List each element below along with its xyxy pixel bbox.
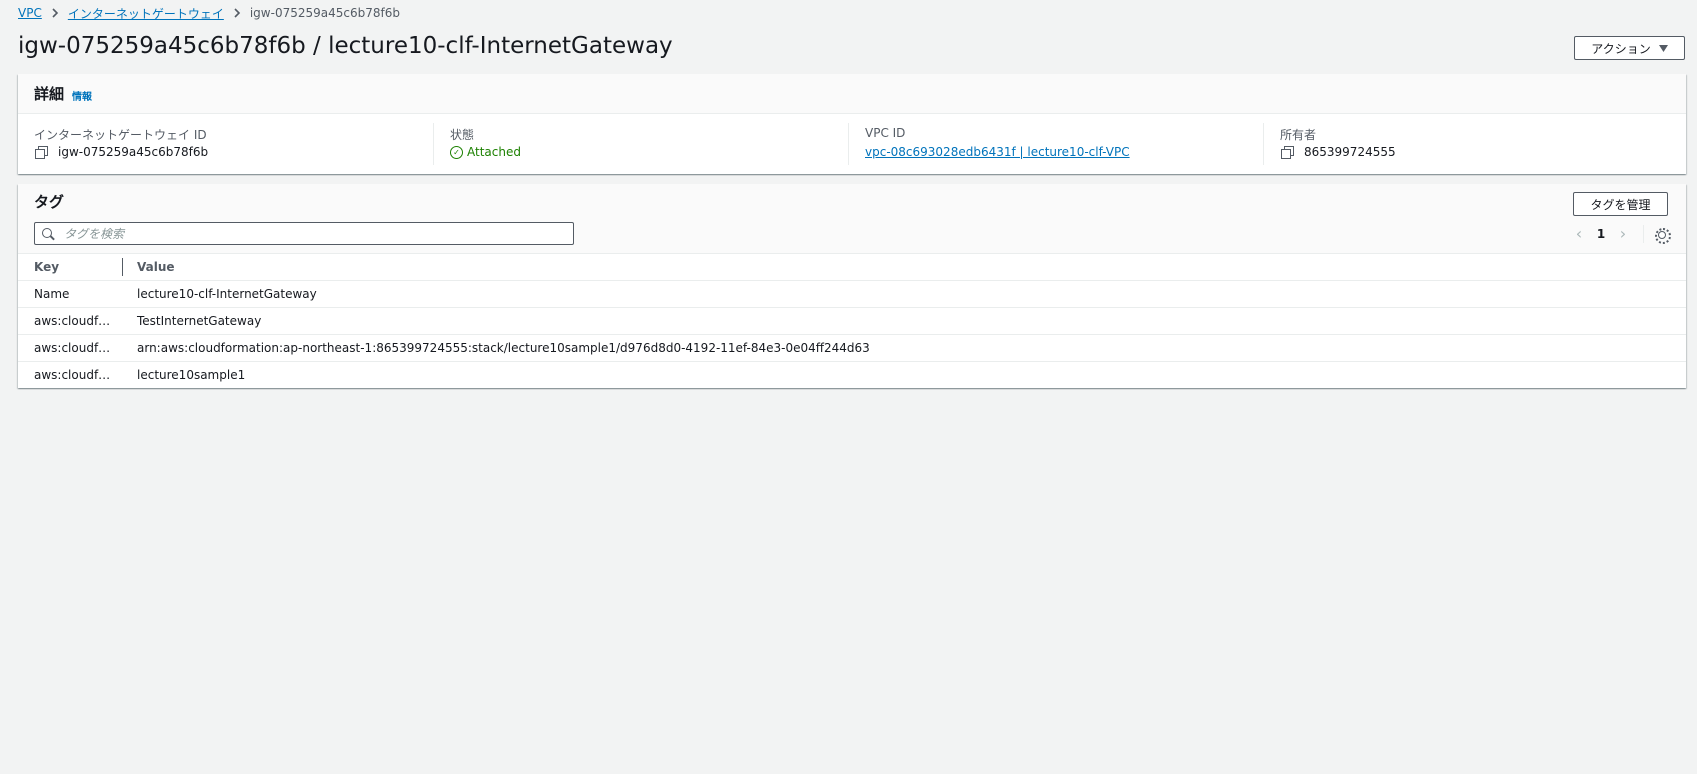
info-link[interactable]: 情報: [72, 88, 92, 103]
breadcrumb-link-vpc[interactable]: VPC: [18, 6, 42, 20]
igw-id-value: igw-075259a45c6b78f6b: [58, 145, 209, 159]
manage-tags-button[interactable]: タグを管理: [1573, 192, 1668, 216]
chevron-right-icon: [42, 8, 68, 18]
igw-id-label: インターネットゲートウェイ ID: [34, 128, 207, 142]
manage-tags-label: タグを管理: [1590, 197, 1651, 212]
actions-button[interactable]: アクション: [1574, 36, 1685, 60]
details-title: 詳細: [34, 85, 65, 103]
details-header: 詳細 情報: [18, 74, 1686, 114]
breadcrumb-current: igw-075259a45c6b78f6b: [249, 6, 400, 20]
page-title: igw-075259a45c6b78f6b / lecture10-clf-In…: [18, 33, 673, 59]
chevron-right-icon: [224, 8, 250, 18]
breadcrumb-link-internet-gateways[interactable]: インターネットゲートウェイ: [68, 5, 224, 22]
tags-title: タグ: [34, 193, 65, 211]
tag-key: aws:cloudf…: [18, 307, 123, 335]
vpc-id-link[interactable]: vpc-08c693028edb6431f | lecture10-clf-VP…: [865, 145, 1130, 159]
tag-search-input[interactable]: [64, 226, 544, 241]
details-panel: 詳細 情報 インターネットゲートウェイ ID igw-075259a45c6b7…: [18, 74, 1686, 174]
tag-key: Name: [18, 280, 123, 308]
column-header-key[interactable]: Key: [18, 254, 123, 281]
copy-icon[interactable]: [1280, 145, 1294, 159]
table-row: aws:cloudf… lecture10sample1: [18, 361, 1686, 388]
state-label: 状態: [450, 128, 475, 142]
table-row: Name lecture10-clf-InternetGateway: [18, 280, 1686, 308]
state-field: 状態 ✓ Attached: [433, 123, 848, 165]
tag-value: TestInternetGateway: [123, 307, 1686, 335]
tag-search-box[interactable]: [34, 222, 574, 245]
owner-value: 865399724555: [1304, 145, 1396, 159]
tag-value: lecture10sample1: [137, 367, 246, 382]
check-circle-icon: ✓: [450, 145, 463, 159]
tag-key: aws:cloudf…: [18, 334, 123, 362]
tags-header: タグ ‹ 1 ›: [18, 184, 1686, 254]
gear-icon[interactable]: [1654, 227, 1671, 244]
column-header-value[interactable]: Value: [123, 254, 1686, 281]
owner-label: 所有者: [1280, 128, 1317, 142]
chevron-left-icon[interactable]: ‹: [1567, 224, 1591, 243]
table-row: aws:cloudf… arn:aws:cloudformation:ap-no…: [18, 334, 1686, 362]
details-fields: インターネットゲートウェイ ID igw-075259a45c6b78f6b 状…: [18, 114, 1686, 174]
state-value: Attached: [467, 145, 521, 159]
tag-key: aws:cloudf…: [34, 367, 111, 382]
search-icon: [42, 227, 54, 240]
tag-value: arn:aws:cloudformation:ap-northeast-1:86…: [123, 334, 1686, 362]
pager-divider: [1643, 224, 1644, 243]
tags-table: Key Value Name lecture10-clf-InternetGat…: [18, 254, 1686, 388]
owner-field: 所有者 865399724555: [1263, 123, 1678, 165]
page-number[interactable]: 1: [1591, 227, 1611, 241]
vpc-id-field: VPC ID vpc-08c693028edb6431f | lecture10…: [848, 123, 1263, 165]
pagination: ‹ 1 ›: [1567, 222, 1671, 245]
caret-down-icon: [1658, 44, 1668, 52]
tag-value: lecture10-clf-InternetGateway: [123, 280, 1686, 308]
chevron-right-icon[interactable]: ›: [1611, 224, 1635, 243]
table-header-row: Key Value: [18, 254, 1686, 281]
tags-panel: タグ ‹ 1 › Key Value Name lecture10-clf-In…: [18, 184, 1686, 388]
igw-id-field: インターネットゲートウェイ ID igw-075259a45c6b78f6b: [18, 114, 433, 174]
vpc-id-label: VPC ID: [865, 126, 906, 140]
breadcrumb: VPC インターネットゲートウェイ igw-075259a45c6b78f6b: [18, 5, 400, 22]
copy-icon[interactable]: [34, 145, 48, 159]
actions-button-label: アクション: [1591, 41, 1651, 56]
table-row: aws:cloudf… TestInternetGateway: [18, 307, 1686, 335]
